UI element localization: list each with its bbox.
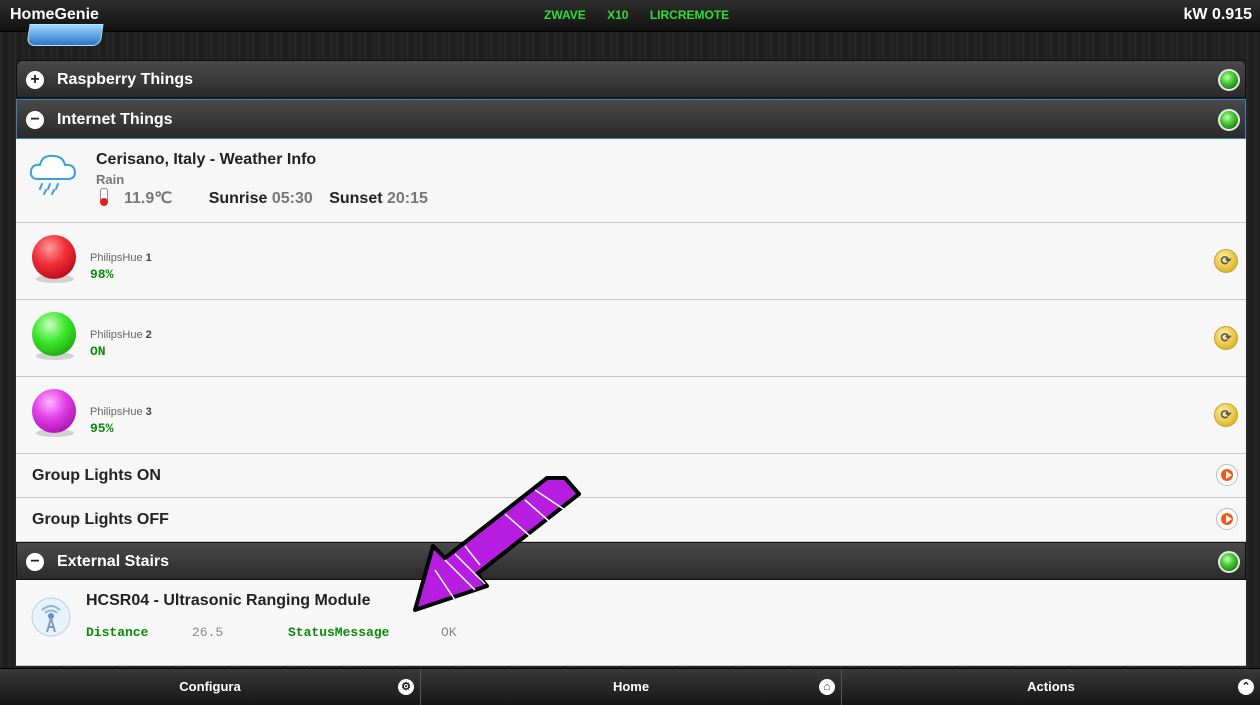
scene-label: Group Lights OFF (32, 511, 169, 528)
arrow-annotation-icon (413, 476, 581, 612)
weather-widget[interactable]: Cerisano, Italy - Weather Info Rain 11.9… (16, 139, 1246, 223)
interface-lircremote[interactable]: LIRCREMOTE (650, 8, 729, 22)
device-level: 95% (90, 421, 114, 436)
sensor-title: HCSR04 - Ultrasonic Ranging Module (86, 592, 371, 609)
actions-button[interactable]: Actions ⌃ (842, 669, 1260, 705)
light-bulb-icon[interactable] (32, 389, 76, 433)
group-label: Raspberry Things (57, 71, 194, 88)
scene-label: Group Lights ON (32, 467, 161, 484)
refresh-icon[interactable]: ⟳ (1214, 249, 1238, 273)
home-button[interactable]: Home ⌂ (421, 669, 842, 705)
device-level: 98% (90, 267, 114, 282)
chevron-up-icon: ⌃ (1238, 679, 1254, 695)
distance-label: Distance (86, 625, 149, 640)
group-header-raspberry[interactable]: + Raspberry Things (16, 60, 1246, 98)
device-level: ON (90, 344, 106, 359)
bottom-bar: Configura ⚙ Home ⌂ Actions ⌃ (0, 668, 1260, 705)
status-label: StatusMessage (288, 625, 390, 640)
light-row-3[interactable]: PhilipsHue 3 95% ⟳ (16, 377, 1246, 454)
collapse-icon[interactable]: − (26, 553, 44, 571)
configure-button[interactable]: Configura ⚙ (0, 669, 421, 705)
distance-value: 26.5 (192, 625, 224, 640)
home-icon: ⌂ (819, 679, 835, 695)
device-name: PhilipsHue 3 (90, 406, 152, 418)
sunrise-label: Sunrise (208, 190, 268, 207)
scene-group-lights-off[interactable]: Group Lights OFF (16, 498, 1246, 542)
light-bulb-icon[interactable] (32, 235, 76, 279)
power-readout: kW 0.915 (1183, 6, 1252, 23)
light-bulb-icon[interactable] (32, 312, 76, 356)
top-bar: HomeGenie ZWAVE X10 LIRCREMOTE kW 0.915 (0, 0, 1260, 32)
status-led-icon (1218, 69, 1240, 91)
temperature: 11.9℃ (124, 190, 173, 207)
app-title: HomeGenie (10, 6, 99, 23)
light-row-2[interactable]: PhilipsHue 2 ON ⟳ (16, 300, 1246, 377)
logo (26, 24, 104, 46)
thermometer-icon (100, 188, 108, 206)
weather-condition: Rain (96, 172, 125, 187)
gear-icon: ⚙ (398, 679, 414, 695)
device-name: PhilipsHue 2 (90, 329, 152, 341)
collapse-icon[interactable]: − (26, 111, 44, 129)
group-label: External Stairs (57, 553, 170, 570)
refresh-icon[interactable]: ⟳ (1214, 403, 1238, 427)
interface-x10[interactable]: X10 (607, 8, 628, 22)
scene-group-lights-on[interactable]: Group Lights ON (16, 454, 1246, 498)
status-led-icon (1218, 109, 1240, 131)
light-row-1[interactable]: PhilipsHue 1 98% ⟳ (16, 223, 1246, 300)
group-header-internet[interactable]: − Internet Things (16, 99, 1246, 139)
status-value: OK (441, 625, 457, 640)
play-icon[interactable] (1216, 464, 1238, 486)
antenna-signal-icon (31, 597, 71, 637)
group-label: Internet Things (57, 111, 173, 128)
interfaces-list: ZWAVE X10 LIRCREMOTE (544, 8, 747, 22)
interface-zwave[interactable]: ZWAVE (544, 8, 586, 22)
rain-cloud-icon (29, 154, 77, 195)
sunset-time: 20:15 (387, 190, 428, 207)
play-icon[interactable] (1216, 508, 1238, 530)
weather-stats: 11.9℃ Sunrise 05:30 Sunset 20:15 (96, 188, 428, 208)
weather-title: Cerisano, Italy - Weather Info (96, 151, 317, 168)
refresh-icon[interactable]: ⟳ (1214, 326, 1238, 350)
sunset-label: Sunset (329, 190, 383, 207)
sunrise-time: 05:30 (271, 190, 313, 207)
device-name: PhilipsHue 1 (90, 252, 152, 264)
status-led-icon (1218, 551, 1240, 573)
group-header-external-stairs[interactable]: − External Stairs (16, 542, 1246, 580)
sensor-widget[interactable]: HCSR04 - Ultrasonic Ranging Module Dista… (16, 580, 1246, 666)
expand-icon[interactable]: + (26, 71, 44, 89)
